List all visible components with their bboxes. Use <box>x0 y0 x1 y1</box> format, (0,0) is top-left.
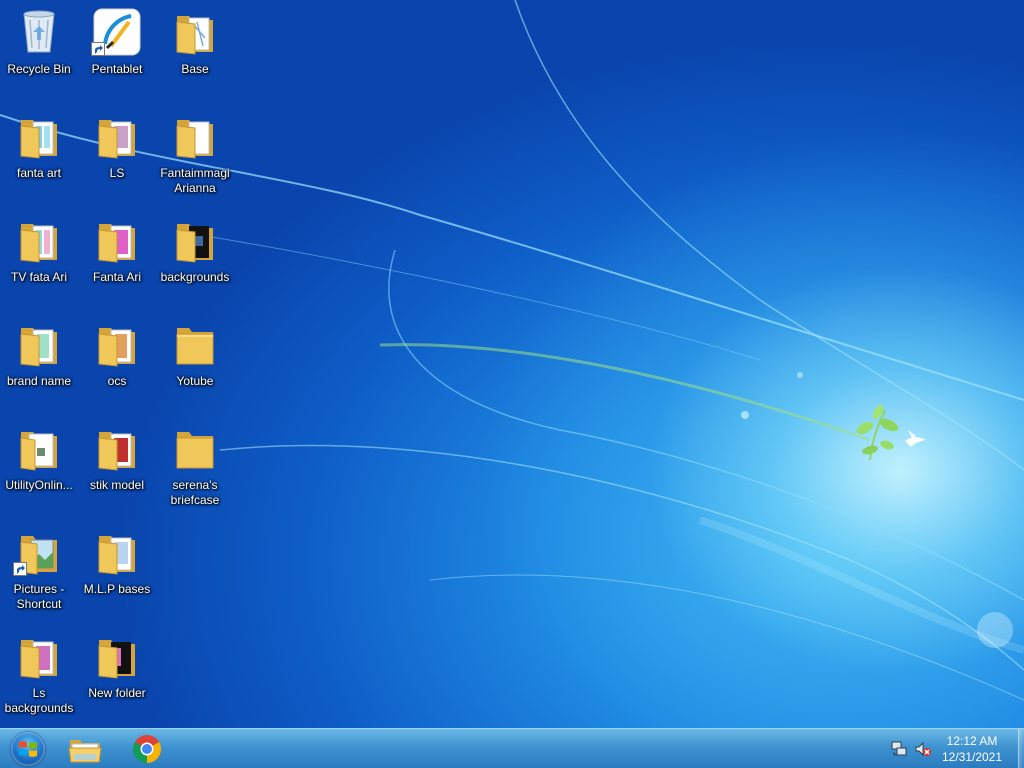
folder-new-folder[interactable]: New folder <box>78 628 156 724</box>
folder-stik-model[interactable]: stik model <box>78 420 156 516</box>
desktop-icon-label: Fantaimmagi Arianna <box>160 166 230 195</box>
desktop-icon-label: backgrounds <box>160 270 230 284</box>
clock-date: 12/31/2021 <box>941 750 1003 764</box>
folder-icon <box>171 8 219 56</box>
desktop-icon-label: M.L.P bases <box>83 582 151 596</box>
pentablet-desktop-icon[interactable]: Pentablet <box>78 4 156 100</box>
utilityonline-file[interactable]: UtilityOnlin... <box>0 420 78 516</box>
dove-icon <box>905 430 926 447</box>
document-icon <box>15 424 63 472</box>
desktop-icon-label: stik model <box>89 478 145 492</box>
desktop-icon-label: New folder <box>88 686 146 700</box>
folder-tv-fata-ari[interactable]: TV fata Ari <box>0 212 78 308</box>
shortcut-arrow-icon <box>91 42 105 56</box>
file-explorer-icon <box>68 740 102 763</box>
folder-fantaimmagi-arianna[interactable]: Fantaimmagi Arianna <box>156 108 234 204</box>
desktop-icon-label: brand name <box>6 374 72 388</box>
taskbar-file-explorer-button[interactable] <box>56 730 114 768</box>
windows-logo-icon <box>11 732 45 766</box>
network-icon[interactable] <box>890 740 908 763</box>
recycle-bin-icon <box>15 8 63 56</box>
desktop-icon-label: Base <box>181 62 209 76</box>
folder-serenas-briefcase[interactable]: serena's briefcase <box>156 420 234 516</box>
desktop-icon-label: Yotube <box>176 374 214 388</box>
volume-muted-icon[interactable] <box>914 740 932 763</box>
desktop-icon-label: ocs <box>107 374 127 388</box>
folder-icon <box>93 216 141 264</box>
folder-mlp-bases[interactable]: M.L.P bases <box>78 524 156 620</box>
folder-icon <box>171 112 219 160</box>
folder-icon <box>93 112 141 160</box>
folder-fanta-art[interactable]: fanta art <box>0 108 78 204</box>
desktop-icon-label: fanta art <box>16 166 62 180</box>
pictures-shortcut[interactable]: Pictures - Shortcut <box>0 524 78 620</box>
clock[interactable]: 12:12 AM 12/31/2021 <box>932 733 1012 765</box>
folder-base[interactable]: Base <box>156 4 234 100</box>
desktop-icon-label: Recycle Bin <box>7 62 71 76</box>
pentablet-app-icon <box>91 8 141 56</box>
folder-icon <box>171 320 219 368</box>
folder-ls-backgrounds[interactable]: Ls backgrounds <box>0 628 78 724</box>
desktop-icon-label: Ls backgrounds <box>4 686 74 715</box>
folder-brand-name[interactable]: brand name <box>0 316 78 412</box>
desktop-icon-label: serena's briefcase <box>170 478 220 507</box>
desktop-icon-label: Pictures - Shortcut <box>13 582 65 611</box>
desktop-icon-label: LS <box>109 166 125 180</box>
folder-ls[interactable]: LS <box>78 108 156 204</box>
desktop-icon-label: UtilityOnlin... <box>5 478 73 492</box>
folder-icon <box>93 320 141 368</box>
plant-sprout-icon <box>856 404 899 461</box>
folder-icon <box>15 632 63 680</box>
folder-icon <box>15 112 63 160</box>
folder-icon <box>171 424 219 472</box>
start-button[interactable] <box>2 730 54 768</box>
desktop-icon-label: Fanta Ari <box>92 270 142 284</box>
folder-icon <box>15 320 63 368</box>
folder-ocs[interactable]: ocs <box>78 316 156 412</box>
folder-icon <box>93 424 141 472</box>
recycle-bin-desktop-icon[interactable]: Recycle Bin <box>0 4 78 100</box>
folder-fanta-ari[interactable]: Fanta Ari <box>78 212 156 308</box>
folder-backgrounds[interactable]: backgrounds <box>156 212 234 308</box>
folder-icon <box>171 216 219 264</box>
shortcut-folder-icon <box>13 528 63 576</box>
system-tray: 12:12 AM 12/31/2021 <box>884 729 1024 768</box>
clock-time: 12:12 AM <box>946 734 998 748</box>
show-desktop-button[interactable] <box>1018 729 1024 768</box>
shortcut-arrow-icon <box>13 562 27 576</box>
folder-icon <box>15 216 63 264</box>
folder-icon <box>93 528 141 576</box>
desktop[interactable]: Recycle Bin Pentablet Base fanta art LS … <box>0 0 1024 728</box>
folder-icon <box>93 632 141 680</box>
taskbar-chrome-button[interactable] <box>118 730 176 768</box>
desktop-icon-label: TV fata Ari <box>10 270 68 284</box>
taskbar: 12:12 AM 12/31/2021 <box>0 728 1024 768</box>
folder-yotube[interactable]: Yotube <box>156 316 234 412</box>
chrome-icon <box>133 735 161 763</box>
desktop-icon-label: Pentablet <box>91 62 143 76</box>
